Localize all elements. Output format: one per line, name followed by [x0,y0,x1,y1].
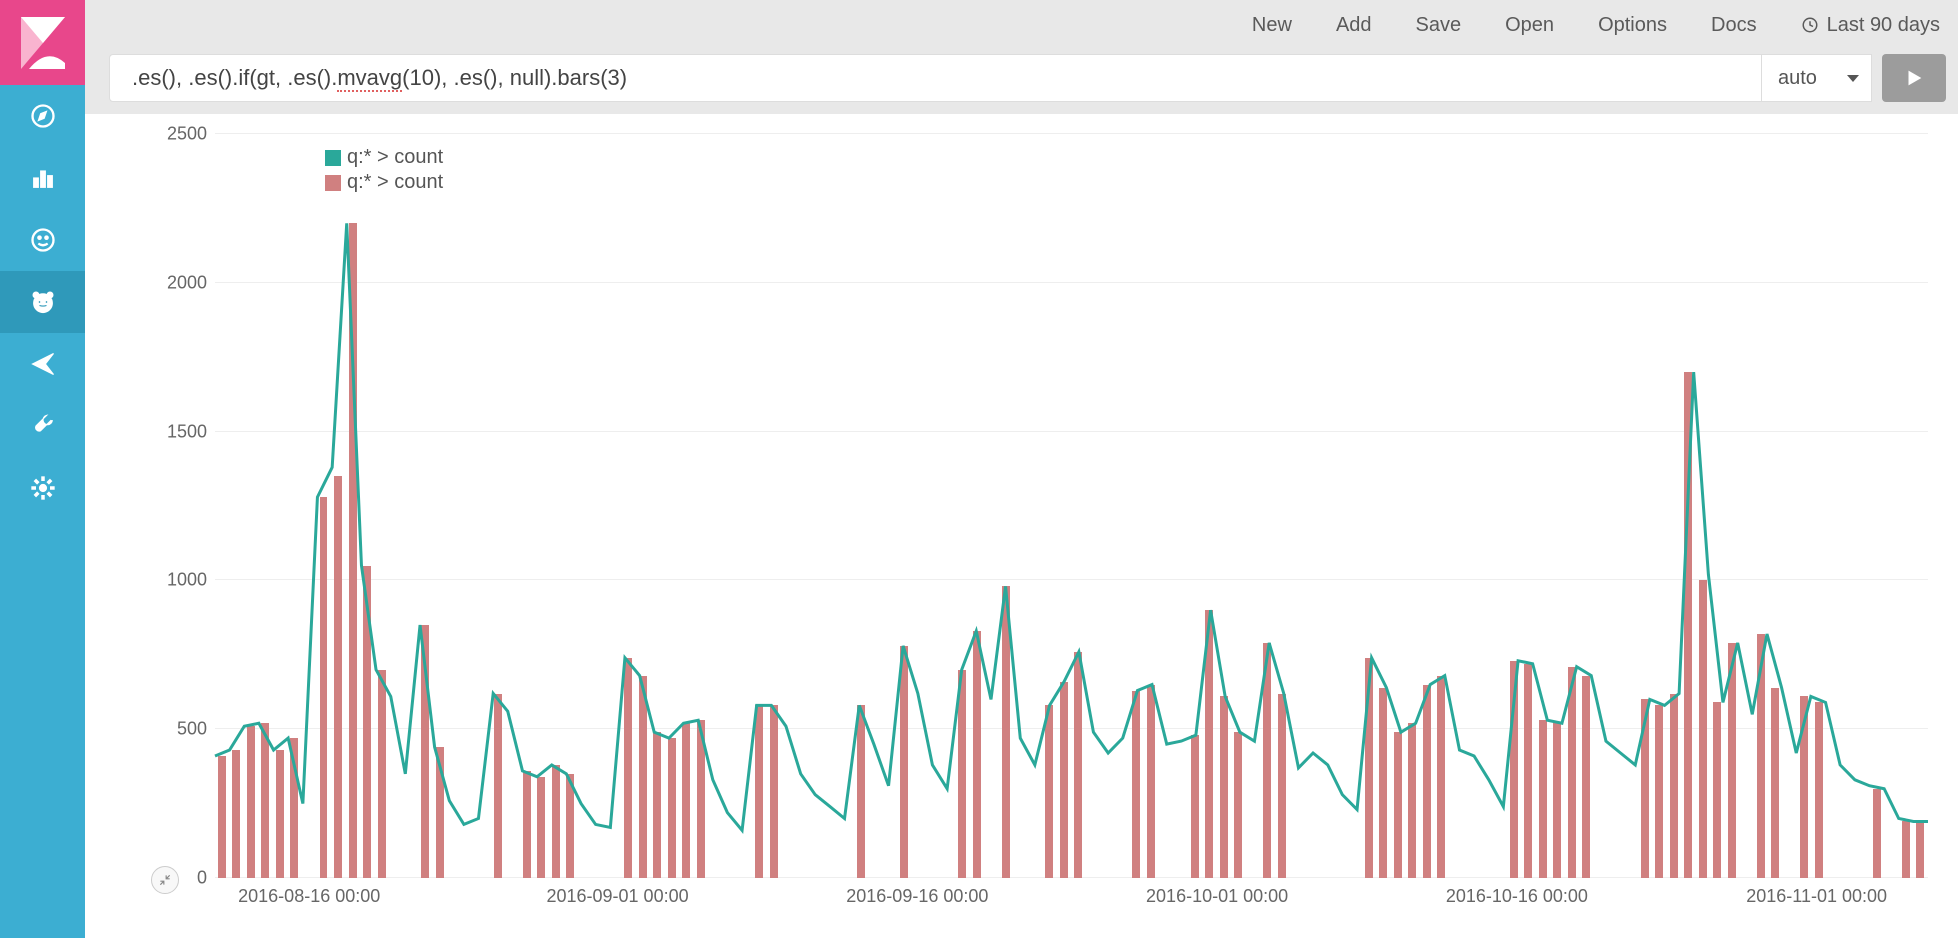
menu-new[interactable]: New [1252,14,1292,37]
interval-select[interactable]: auto [1762,54,1872,102]
x-tick: 2016-10-16 00:00 [1446,886,1588,907]
main: New Add Save Open Options Docs Last 90 d… [85,0,1958,938]
nav-devtools[interactable] [0,333,85,395]
x-axis: 2016-08-16 00:00 2016-09-01 00:00 2016-09-… [215,878,1928,918]
time-picker[interactable]: Last 90 days [1801,14,1940,37]
menu-docs[interactable]: Docs [1711,14,1757,37]
collapse-button[interactable] [151,866,179,894]
collapse-icon [158,873,172,887]
kibana-logo[interactable] [0,0,85,85]
menu-save[interactable]: Save [1416,14,1462,37]
time-label: Last 90 days [1827,14,1940,37]
query-expression[interactable]: .es(), .es().if(gt, .es().mvavg(10), .es… [132,65,627,91]
x-tick: 2016-09-01 00:00 [546,886,688,907]
y-tick: 2500 [167,124,207,145]
chart-container: 0 500 1000 1500 2000 2500 q:* > count q:* > c… [85,114,1958,938]
query-input-wrap[interactable]: .es(), .es().if(gt, .es().mvavg(10), .es… [109,54,1762,102]
x-tick: 2016-08-16 00:00 [238,886,380,907]
legend-swatch-2 [325,175,341,191]
y-tick: 500 [177,719,207,740]
chevron-down-icon [1847,75,1859,82]
menu-options[interactable]: Options [1598,14,1667,37]
x-tick: 2016-11-01 00:00 [1746,886,1887,907]
topbar: New Add Save Open Options Docs Last 90 d… [85,0,1958,50]
menu-add[interactable]: Add [1336,14,1372,37]
nav-dashboard[interactable] [0,209,85,271]
nav-settings[interactable] [0,457,85,519]
chart-line [215,134,1928,878]
nav-management[interactable] [0,395,85,457]
x-tick: 2016-09-16 00:00 [846,886,988,907]
nav-timelion[interactable] [0,271,85,333]
sidebar [0,0,85,938]
legend-label-1: q:* > count [347,146,443,169]
y-axis: 05001000150020002500 [115,134,215,878]
menu-open[interactable]: Open [1505,14,1554,37]
y-tick: 2000 [167,272,207,293]
y-tick: 1000 [167,570,207,591]
nav-visualize[interactable] [0,147,85,209]
legend-label-2: q:* > count [347,171,443,194]
y-tick: 1500 [167,421,207,442]
play-icon [1903,67,1925,89]
query-bar: .es(), .es().if(gt, .es().mvavg(10), .es… [85,50,1958,114]
y-tick: 0 [197,868,207,889]
chart-plot[interactable]: q:* > count q:* > count [215,134,1928,878]
nav-discover[interactable] [0,85,85,147]
chart-legend: q:* > count q:* > count [325,146,443,196]
clock-icon [1801,16,1819,34]
legend-swatch-1 [325,150,341,166]
run-button[interactable] [1882,54,1946,102]
x-tick: 2016-10-01 00:00 [1146,886,1288,907]
interval-value: auto [1778,67,1817,90]
